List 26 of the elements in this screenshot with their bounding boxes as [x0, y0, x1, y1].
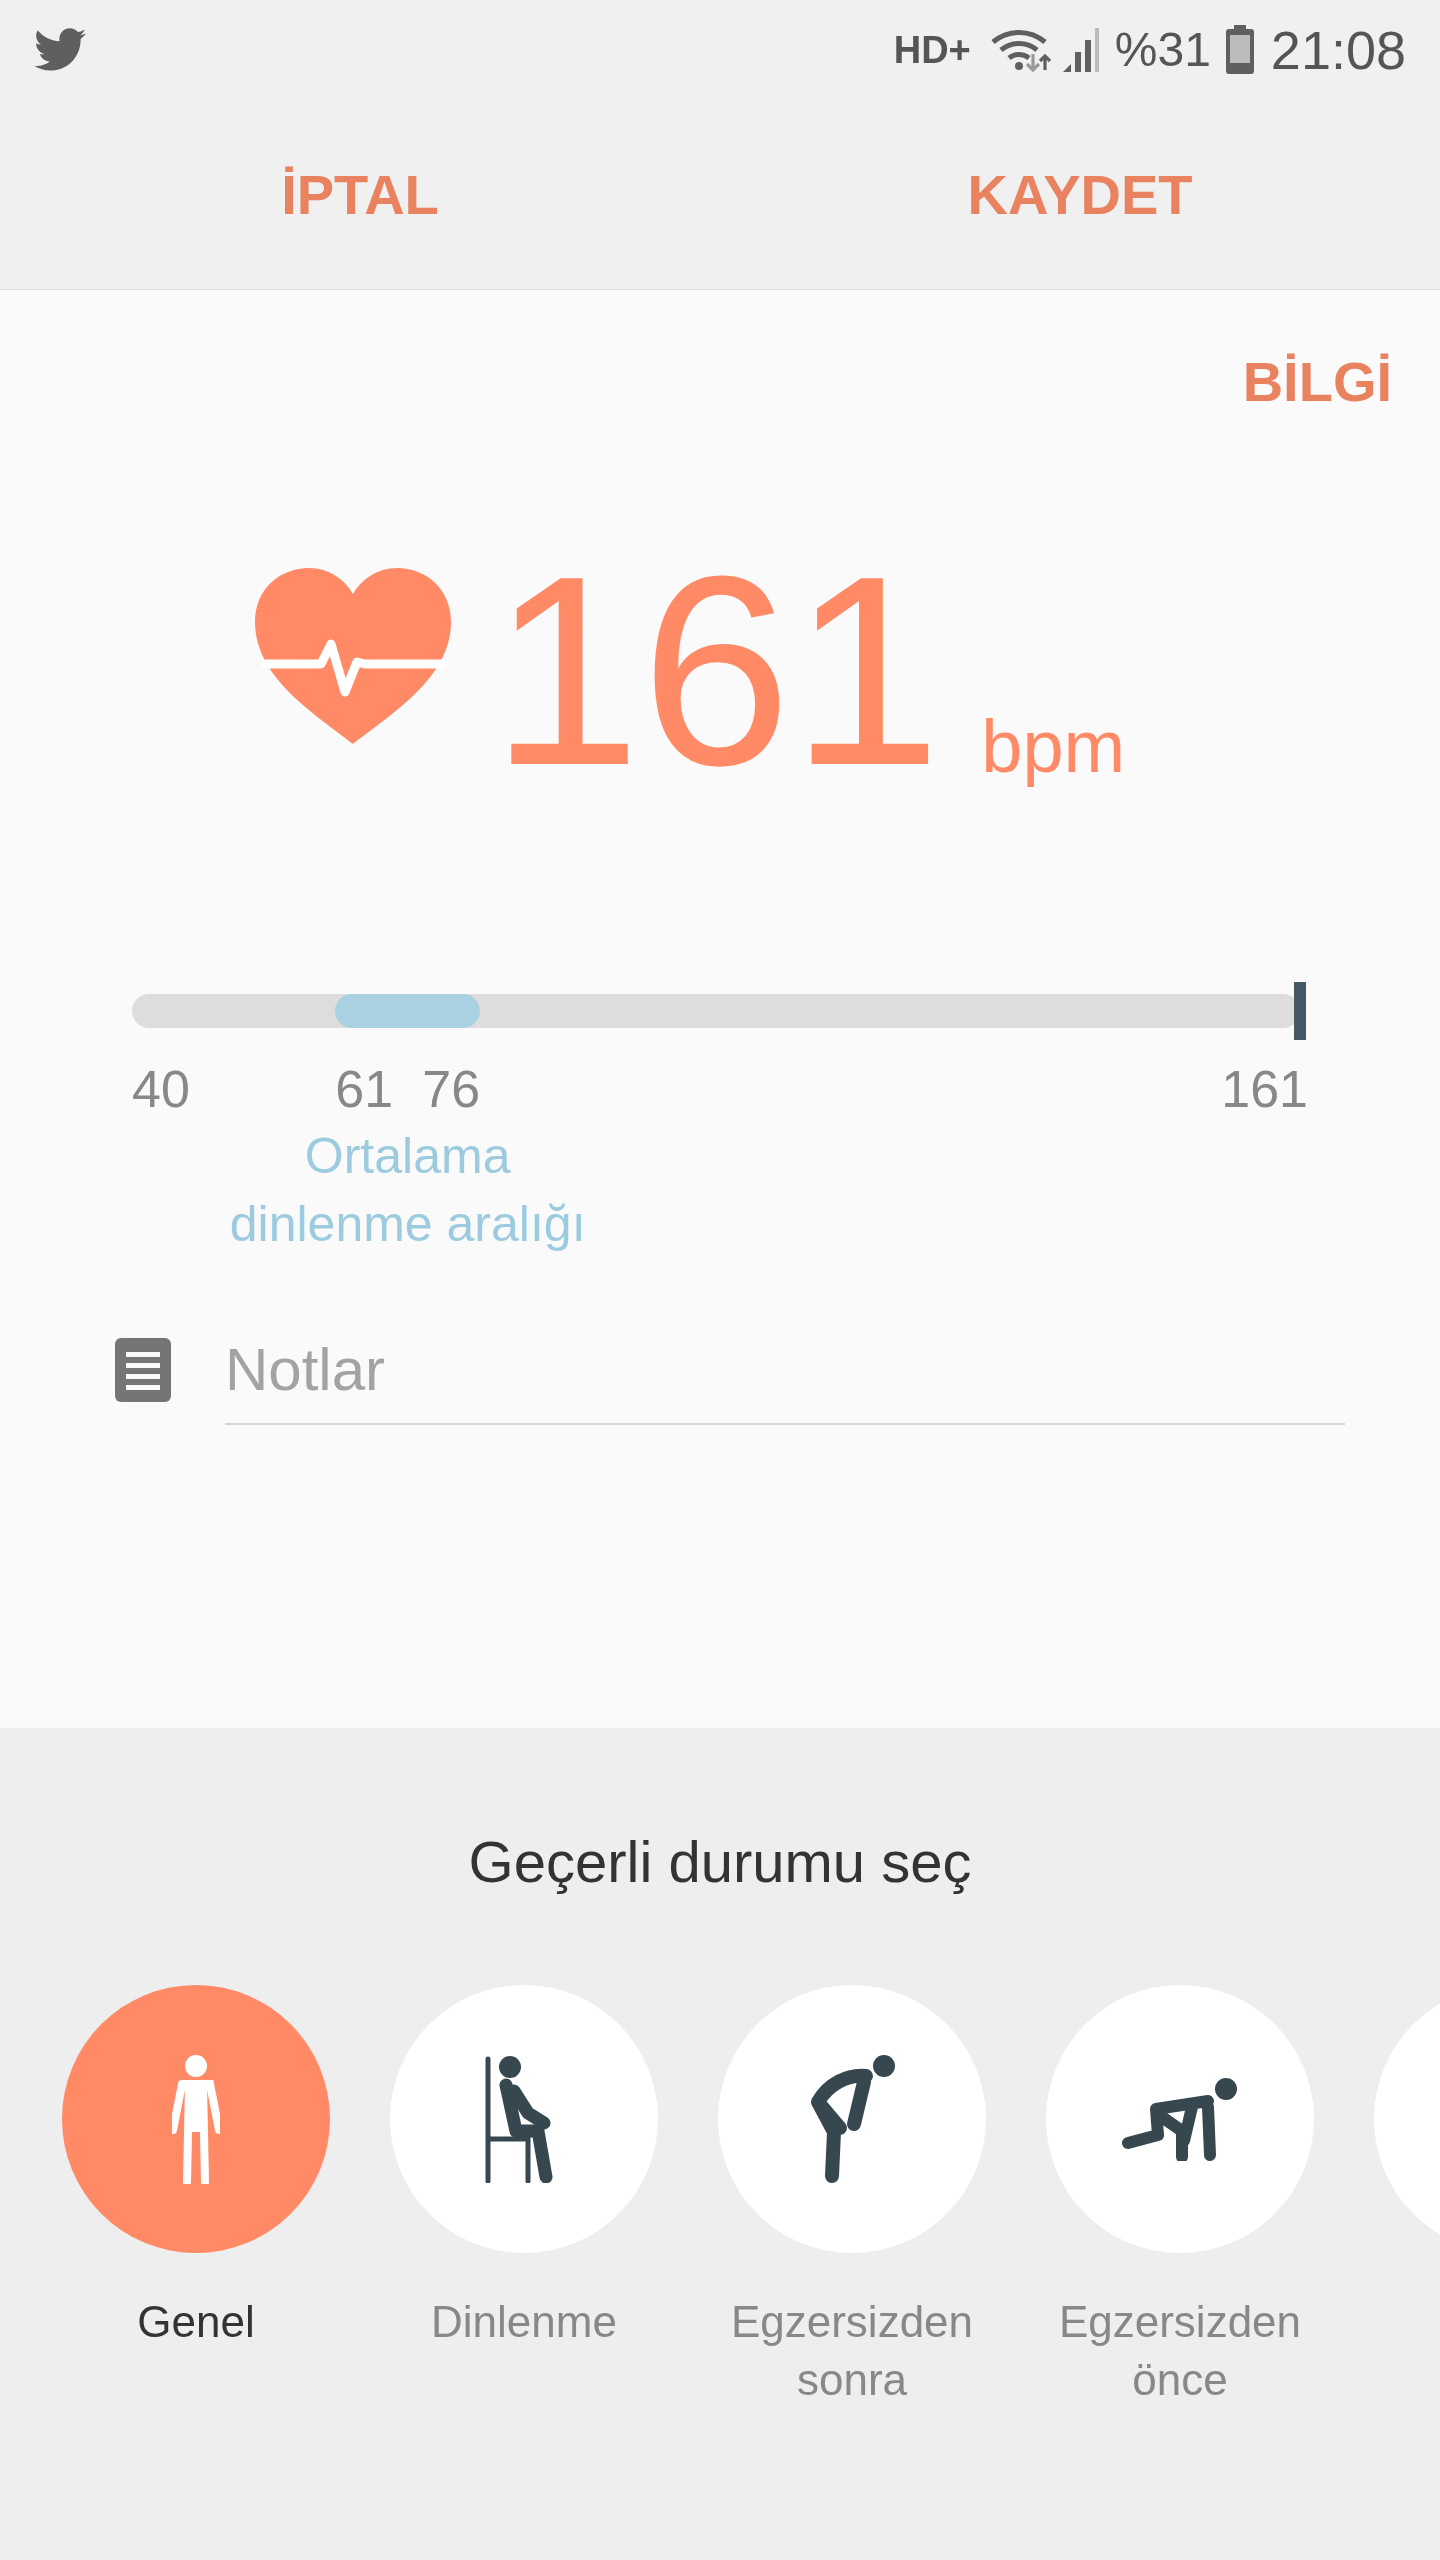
range-max-label: 161	[1221, 1059, 1308, 1120]
crouching-person-icon	[1122, 2077, 1238, 2161]
save-button[interactable]: KAYDET	[951, 144, 1209, 245]
info-link[interactable]: BİLGİ	[1242, 340, 1392, 424]
current-value-marker	[1294, 982, 1306, 1040]
notes-icon	[115, 1338, 171, 1402]
cancel-button[interactable]: İPTAL	[265, 144, 455, 245]
status-option-label: Genel	[137, 2296, 255, 2348]
resting-range-caption: Ortalama dinlenme aralığı	[229, 1127, 586, 1254]
status-option-label: Egzersizden sonra	[730, 2296, 974, 2406]
range-min-label: 40	[132, 1059, 190, 1120]
range-high-label: 76	[422, 1059, 481, 1120]
status-option-label: Egzersizden önce	[1058, 2296, 1302, 2406]
battery-percent: %31	[1114, 22, 1211, 78]
range-low-label: 61	[335, 1059, 394, 1120]
heart-pulse-icon	[254, 568, 451, 744]
standing-person-icon	[172, 2054, 220, 2184]
battery-icon	[1224, 25, 1255, 75]
picker-title: Geçerli durumu seç	[468, 1828, 972, 1896]
status-option-label: Dinlenme	[431, 2296, 617, 2348]
bird-icon	[34, 28, 86, 72]
notes-field[interactable]: Notlar	[225, 1315, 1345, 1425]
network-type-label: HD+	[893, 27, 971, 73]
heart-rate-value: 161	[490, 556, 942, 786]
bending-person-icon	[808, 2054, 896, 2184]
clock-time: 21:08	[1270, 18, 1406, 82]
